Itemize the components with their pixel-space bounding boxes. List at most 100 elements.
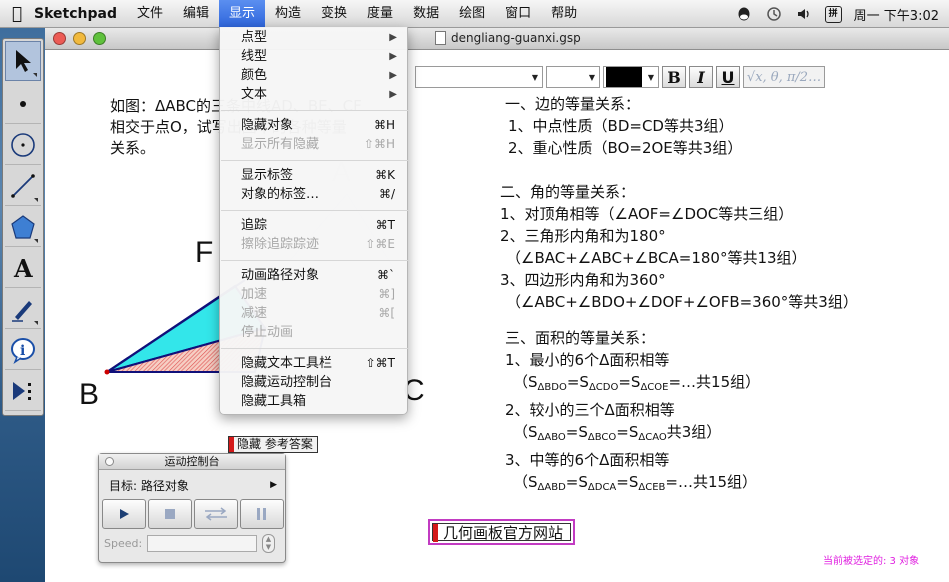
menu-graph[interactable]: 绘图: [449, 0, 495, 28]
pause-icon: [257, 508, 266, 520]
section-edge-relations[interactable]: 一、边的等量关系： 1、中点性质（BD=CD等共3组） 2、重心性质（BO=2O…: [505, 93, 742, 159]
menu-item-hide-text-toolbar[interactable]: 隐藏文本工具栏 ⇧⌘T: [220, 354, 409, 373]
menu-item-point-style[interactable]: 点型 ▶: [220, 28, 409, 47]
motion-controller-title: 运动控制台: [99, 454, 285, 470]
tool-custom[interactable]: [5, 371, 41, 411]
motion-pause-button[interactable]: [240, 499, 284, 529]
tool-text[interactable]: A: [5, 248, 41, 288]
menu-separator: [221, 348, 408, 349]
submenu-arrow-icon: ▶: [389, 70, 397, 81]
segment-icon: [11, 173, 35, 198]
color-swatch: [606, 67, 642, 87]
menu-data[interactable]: 数据: [403, 0, 449, 28]
menu-help[interactable]: 帮助: [541, 0, 587, 28]
menu-bar:  Sketchpad 文件 编辑 显示 构造 变换 度量 数据 绘图 窗口 帮…: [0, 0, 949, 28]
marker-pen-icon: [12, 300, 32, 322]
menu-item-show-all-hidden[interactable]: 显示所有隐藏 ⇧⌘H: [220, 135, 409, 154]
menu-item-hide-toolbox[interactable]: 隐藏工具箱: [220, 392, 409, 411]
section-angle-relations[interactable]: 二、角的等量关系： 1、对顶角相等（∠AOF=∠DOC等共三组） 2、三角形内角…: [500, 181, 858, 313]
chevron-down-icon: ▼: [531, 72, 539, 82]
math-format-button[interactable]: √x, θ, π/2…: [743, 66, 825, 88]
menu-item-show-labels[interactable]: 显示标签 ⌘K: [220, 166, 409, 185]
point-icon: [20, 100, 26, 107]
menu-separator: [221, 210, 408, 211]
time-machine-icon[interactable]: [765, 5, 783, 23]
submenu-arrow-icon: ▶: [389, 32, 397, 43]
motion-reverse-button[interactable]: [194, 499, 238, 529]
motion-buttons: [102, 499, 284, 529]
app-menu[interactable]: Sketchpad: [34, 6, 117, 22]
play-icon: [120, 509, 129, 519]
point-label-b[interactable]: B: [79, 378, 99, 412]
circle-icon: [11, 132, 35, 157]
status-tray: 拼 周一 下午3:02: [735, 0, 939, 28]
menu-item-stop-animation[interactable]: 停止动画: [220, 323, 409, 342]
menu-item-object-labels[interactable]: 对象的标签… ⌘/: [220, 185, 409, 204]
menu-transform[interactable]: 变换: [311, 0, 357, 28]
tool-polygon[interactable]: [5, 207, 41, 247]
menu-separator: [221, 160, 408, 161]
menu-file[interactable]: 文件: [127, 0, 173, 28]
polygon-icon: [11, 214, 35, 239]
menu-display[interactable]: 显示: [219, 0, 266, 28]
input-method-icon[interactable]: 拼: [824, 5, 842, 23]
motion-play-button[interactable]: [102, 499, 146, 529]
text-format-toolbar: ▼ ▼ ▼ B I U √x, θ, π/2…: [415, 64, 825, 90]
point-label-f[interactable]: F: [195, 236, 213, 270]
menubar-clock[interactable]: 周一 下午3:02: [854, 5, 939, 24]
point-b-dot[interactable]: [104, 369, 110, 375]
underline-button[interactable]: U: [716, 66, 740, 88]
apple-menu-icon[interactable]: : [0, 4, 34, 24]
motion-speed-input[interactable]: [147, 535, 257, 552]
menu-item-text[interactable]: 文本 ▶: [220, 85, 409, 104]
volume-icon[interactable]: [795, 5, 813, 23]
font-size-select[interactable]: ▼: [546, 66, 600, 88]
section-area-relations[interactable]: 三、面积的等量关系： 1、最小的6个Δ面积相等 （SΔBDO=SΔCDO=SΔC…: [505, 327, 760, 499]
menu-item-erase-traces[interactable]: 擦除追踪踪迹 ⇧⌘E: [220, 235, 409, 254]
hide-answer-button[interactable]: 隐藏 参考答案: [228, 436, 318, 453]
tool-marker[interactable]: [5, 289, 41, 329]
custom-tools-icon: [13, 381, 31, 400]
tool-compass[interactable]: [5, 125, 41, 165]
menu-edit[interactable]: 编辑: [173, 0, 219, 28]
tool-straightedge[interactable]: [5, 166, 41, 206]
svg-text:A: A: [13, 255, 33, 281]
reverse-arrows-icon: [205, 507, 227, 521]
menu-item-slow-down[interactable]: 减速 ⌘[: [220, 304, 409, 323]
menu-item-animate-path[interactable]: 动画路径对象 ⌘`: [220, 266, 409, 285]
menu-item-trace[interactable]: 追踪 ⌘T: [220, 216, 409, 235]
bold-button[interactable]: B: [662, 66, 686, 88]
menu-measure[interactable]: 度量: [357, 0, 403, 28]
menu-item-hide-objects[interactable]: 隐藏对象 ⌘H: [220, 116, 409, 135]
tool-point[interactable]: [5, 84, 41, 124]
official-site-button[interactable]: 几何画板官方网站: [428, 519, 575, 545]
submenu-arrow-icon: ▶: [389, 89, 397, 100]
text-tool-icon: A: [13, 255, 33, 281]
menu-separator: [221, 260, 408, 261]
qq-icon[interactable]: [735, 5, 753, 23]
menu-construct[interactable]: 构造: [265, 0, 311, 28]
motion-close-button[interactable]: [105, 457, 114, 466]
submenu-arrow-icon: ▶: [389, 51, 397, 62]
select-arrow-icon: [16, 50, 31, 72]
stop-icon: [165, 509, 175, 519]
area-formula-3: （SΔABD=SΔDCA=SΔCEB=…共15组）: [513, 473, 758, 493]
menu-item-speed-up[interactable]: 加速 ⌘]: [220, 285, 409, 304]
italic-button[interactable]: I: [689, 66, 713, 88]
text-color-select[interactable]: ▼: [603, 66, 659, 88]
menu-item-color[interactable]: 颜色 ▶: [220, 66, 409, 85]
chevron-down-icon: ▼: [647, 72, 655, 82]
menu-item-line-style[interactable]: 线型 ▶: [220, 47, 409, 66]
motion-speed-stepper[interactable]: ▲ ▼: [262, 534, 275, 553]
area-formula-2: （SΔABO=SΔBCO=SΔCAO共3组）: [513, 423, 722, 443]
toolbox: A i: [2, 38, 44, 416]
tool-select-arrow[interactable]: [5, 41, 41, 81]
triangle-right-icon[interactable]: ▶: [270, 480, 277, 490]
motion-target-select[interactable]: 目标: 路径对象: [109, 477, 189, 494]
motion-stop-button[interactable]: [148, 499, 192, 529]
selection-status: 当前被选定的: 3 对象: [823, 556, 920, 567]
motion-speed-label: Speed:: [104, 537, 143, 550]
menu-window[interactable]: 窗口: [495, 0, 541, 28]
tool-information[interactable]: i: [5, 330, 41, 370]
menu-item-hide-motion-controller[interactable]: 隐藏运动控制台: [220, 373, 409, 392]
